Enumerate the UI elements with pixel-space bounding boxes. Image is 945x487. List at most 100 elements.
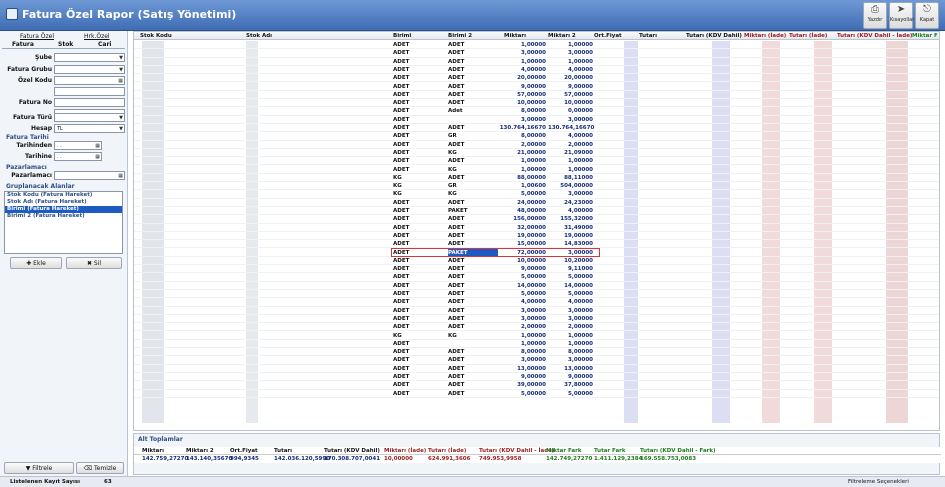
tab-stok[interactable]: Stok bbox=[58, 41, 73, 48]
cell-miktari-2[interactable]: 2,00000 bbox=[548, 141, 593, 149]
cell-miktari-2[interactable]: 88,11000 bbox=[548, 174, 593, 182]
cell-birimi[interactable]: ADET bbox=[393, 365, 443, 373]
tab-fatura[interactable]: Fatura bbox=[12, 41, 34, 48]
group-list[interactable]: Stok Kodu (Fatura Hareket) Stok Adı (Fat… bbox=[4, 191, 123, 254]
cell-miktari-2[interactable]: 1,00000 bbox=[548, 41, 593, 49]
table-row[interactable]: ADET ADET 8,00000 8,00000 bbox=[134, 348, 939, 357]
close-button[interactable]: ⎋ Kapat bbox=[915, 2, 939, 29]
cell-miktari[interactable]: 3,00000 bbox=[498, 315, 546, 323]
cell-birimi-2[interactable]: ADET bbox=[448, 224, 498, 232]
col-tutari-kdv-iade[interactable]: Tutarı (KDV Dahil - İade) bbox=[837, 32, 912, 40]
cell-birimi-2[interactable]: ADET bbox=[448, 282, 498, 290]
table-row[interactable]: ADET ADET 20,00000 20,00000 bbox=[134, 74, 939, 83]
cell-birimi-2[interactable]: ADET bbox=[448, 323, 498, 331]
cell-miktari[interactable]: 10,00000 bbox=[498, 257, 546, 265]
cell-miktari[interactable]: 14,00000 bbox=[498, 282, 546, 290]
cell-miktari-2[interactable]: 19,00000 bbox=[548, 232, 593, 240]
table-row[interactable]: ADET ADET 10,00000 10,20000 bbox=[134, 257, 939, 266]
table-row[interactable]: ADET ADET 3,00000 3,00000 bbox=[134, 315, 939, 324]
cell-miktari-2[interactable]: 1,00000 bbox=[548, 332, 593, 340]
cell-miktari[interactable]: 8,00000 bbox=[498, 132, 546, 140]
cell-miktari-2[interactable]: 13,00000 bbox=[548, 365, 593, 373]
cell-miktari[interactable]: 20,00000 bbox=[498, 74, 546, 82]
table-row[interactable]: ADET PAKET 48,00000 4,00000 bbox=[134, 207, 939, 216]
table-row[interactable]: ADET ADET 13,00000 13,00000 bbox=[134, 365, 939, 373]
print-button[interactable]: ⎙ Yazdır bbox=[863, 2, 887, 29]
cell-miktari-2[interactable]: 8,00000 bbox=[548, 348, 593, 356]
cell-miktari-2[interactable]: 20,00000 bbox=[548, 74, 593, 82]
cell-birimi[interactable]: ADET bbox=[393, 323, 443, 331]
table-row[interactable]: ADET KG 1,00000 1,00000 bbox=[134, 166, 939, 174]
cell-miktari-2[interactable]: 1,00000 bbox=[548, 166, 593, 174]
tab-fatura-ozel[interactable]: Fatura Özel bbox=[20, 33, 54, 40]
cell-birimi[interactable]: ADET bbox=[393, 340, 443, 348]
cell-miktari[interactable]: 39,00000 bbox=[498, 381, 546, 389]
cell-birimi-2[interactable]: KG bbox=[448, 149, 498, 157]
sube-select[interactable]: ▼ bbox=[54, 53, 125, 62]
cell-miktari[interactable]: 8,00000 bbox=[498, 107, 546, 115]
cell-miktari-2[interactable]: 5,00000 bbox=[548, 273, 593, 281]
table-row[interactable]: ADET ADET 3,00000 3,00000 bbox=[134, 307, 939, 315]
cell-birimi-2[interactable]: ADET bbox=[448, 307, 498, 315]
cell-miktari[interactable]: 19,00000 bbox=[498, 232, 546, 240]
cell-birimi-2[interactable]: GR bbox=[448, 132, 498, 140]
col-tutari-iade[interactable]: Tutarı (İade) bbox=[789, 32, 827, 40]
table-row[interactable]: ADET ADET 156,00000 155,32000 bbox=[134, 215, 939, 224]
cell-birimi[interactable]: ADET bbox=[393, 348, 443, 356]
fatura-grubu-select[interactable]: ▼ bbox=[54, 65, 125, 74]
calendar-icon[interactable]: ▦ bbox=[95, 142, 100, 150]
cell-birimi[interactable]: ADET bbox=[393, 315, 443, 323]
table-row[interactable]: ADET ADET 19,00000 19,00000 bbox=[134, 232, 939, 241]
cell-miktari[interactable]: 21,00000 bbox=[498, 149, 546, 157]
lookup-icon[interactable]: ▦ bbox=[118, 172, 123, 180]
table-row[interactable]: KG KG 1,00000 1,00000 bbox=[134, 332, 939, 340]
cell-miktari-2[interactable]: 37,80000 bbox=[548, 381, 593, 389]
list-item[interactable]: Birimi 2 (Fatura Hareket) bbox=[5, 213, 122, 220]
cell-birimi-2[interactable]: ADET bbox=[448, 348, 498, 356]
cell-birimi-2[interactable]: ADET bbox=[448, 315, 498, 323]
cell-birimi[interactable]: ADET bbox=[393, 282, 443, 290]
table-row[interactable]: ADET ADET 5,00000 5,00000 bbox=[134, 273, 939, 282]
filter-button[interactable]: ▼ Filtrele bbox=[4, 462, 74, 474]
fatura-no-input[interactable] bbox=[54, 98, 125, 107]
cell-miktari[interactable]: 2,00000 bbox=[498, 141, 546, 149]
cell-birimi[interactable]: ADET bbox=[393, 373, 443, 381]
cell-birimi-2[interactable]: ADET bbox=[448, 74, 498, 82]
cell-birimi[interactable]: ADET bbox=[393, 66, 443, 74]
table-row[interactable]: ADET ADET 9,00000 9,00000 bbox=[134, 373, 939, 382]
cell-birimi[interactable]: ADET bbox=[393, 141, 443, 149]
cell-miktari-2[interactable]: 57,00000 bbox=[548, 91, 593, 99]
clear-button[interactable]: ⌫ Temizle bbox=[76, 462, 124, 474]
cell-birimi-2[interactable]: ADET bbox=[448, 41, 498, 49]
col-miktari-iade[interactable]: Miktarı (İade) bbox=[744, 32, 786, 40]
table-row[interactable]: ADET ADET 5,00000 5,00000 bbox=[134, 390, 939, 398]
list-item[interactable]: Stok Adı (Fatura Hareket) bbox=[5, 199, 122, 206]
table-row[interactable]: ADET ADET 57,00000 57,00000 bbox=[134, 91, 939, 100]
cell-birimi[interactable]: KG bbox=[393, 332, 443, 340]
filter-options-dropdown[interactable]: Filtreleme Seçenekleri bbox=[848, 479, 909, 485]
cell-birimi-2[interactable]: ADET bbox=[448, 365, 498, 373]
cell-birimi[interactable]: ADET bbox=[393, 224, 443, 232]
cell-birimi-2[interactable]: ADET bbox=[448, 373, 498, 381]
shortcuts-button[interactable]: ➤ Kısayollar bbox=[889, 2, 914, 29]
cell-miktari-2[interactable]: 1,00000 bbox=[548, 157, 593, 165]
cell-birimi-2[interactable]: ADET bbox=[448, 157, 498, 165]
cell-miktari-2[interactable]: 5,00000 bbox=[548, 290, 593, 298]
cell-miktari[interactable]: 3,00000 bbox=[498, 49, 546, 57]
cell-birimi-2[interactable]: ADET bbox=[448, 58, 498, 66]
cell-birimi-2[interactable]: PAKET bbox=[448, 207, 498, 215]
cell-miktari[interactable]: 8,00000 bbox=[498, 348, 546, 356]
cell-miktari[interactable]: 1,00000 bbox=[498, 157, 546, 165]
table-row[interactable]: ADET KG 21,00000 21,09000 bbox=[134, 149, 939, 158]
table-row[interactable]: ADET ADET 5,00000 5,00000 bbox=[134, 290, 939, 299]
col-stok-adi[interactable]: Stok Adı bbox=[246, 32, 272, 40]
lookup-icon[interactable]: ▦ bbox=[118, 77, 123, 85]
cell-miktari-2[interactable]: 24,23000 bbox=[548, 199, 593, 207]
cell-birimi[interactable]: ADET bbox=[393, 124, 443, 132]
table-row[interactable]: ADET ADET 2,00000 2,00000 bbox=[134, 323, 939, 332]
cell-miktari-2[interactable]: 4,00000 bbox=[548, 132, 593, 140]
col-birimi[interactable]: Birimi bbox=[393, 32, 411, 40]
cell-birimi[interactable]: ADET bbox=[393, 107, 443, 115]
cell-birimi-2[interactable]: KG bbox=[448, 332, 498, 340]
cell-miktari[interactable]: 48,00000 bbox=[498, 207, 546, 215]
